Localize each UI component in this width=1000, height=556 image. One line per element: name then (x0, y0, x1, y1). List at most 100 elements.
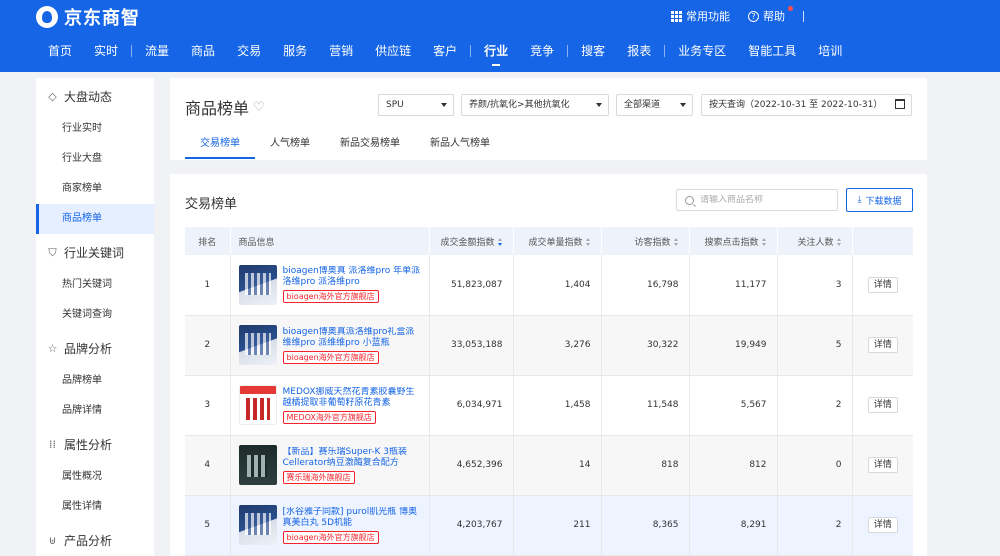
nav-item-supply-chain[interactable]: 供应链 (364, 38, 422, 64)
rank-cell: 5 (185, 495, 231, 556)
common-functions-label: 常用功能 (686, 10, 730, 23)
nav-item-service[interactable]: 服务 (272, 38, 318, 64)
sidebar-group-brand[interactable]: ☆ 品牌分析 (36, 330, 154, 366)
sidebar-item-merchant-ranking[interactable]: 商家榜单 (36, 174, 154, 204)
sidebar-item-brand-ranking[interactable]: 品牌榜单 (36, 366, 154, 396)
sidebar-group-product[interactable]: ⊎ 产品分析 (36, 522, 154, 556)
table-row: 2 bioagen博奥真派洛维pro礼盒派维维pro 派维维pro 小蓝瓶 bi… (185, 315, 913, 376)
tab-popularity-ranking[interactable]: 人气榜单 (255, 134, 325, 160)
nav-item-search-customer[interactable]: 搜客 (570, 38, 616, 64)
common-functions-button[interactable]: 常用功能 (671, 8, 730, 24)
col-amount-index[interactable]: 成交金额指数 (429, 227, 514, 255)
sidebar-item-keyword-query[interactable]: 关键词查询 (36, 300, 154, 330)
col-rank: 排名 (185, 227, 231, 255)
heart-icon[interactable]: ♡ (253, 100, 265, 115)
col-search-click-index[interactable]: 搜索点击指数 (689, 227, 778, 255)
sidebar-group-keywords[interactable]: ⛉ 行业关键词 (36, 234, 154, 270)
detail-button[interactable]: 详情 (867, 276, 898, 293)
table-title: 交易榜单 (185, 197, 238, 212)
sort-icon (761, 237, 767, 247)
sidebar-item-attribute-overview[interactable]: 属性概况 (36, 462, 154, 492)
date-picker[interactable]: 按天查询（2022-10-31 至 2022-10-31） (701, 94, 912, 116)
ranking-table: 排名 商品信息 成交金额指数 成交单量指数 访客指数 搜索点击指数 关注人数 1… (185, 227, 914, 556)
nav-item-goods[interactable]: 商品 (180, 38, 226, 64)
help-button[interactable]: ? 帮助 (748, 6, 793, 24)
nav-item-marketing[interactable]: 营销 (318, 38, 364, 64)
detail-button[interactable]: 详情 (867, 517, 898, 533)
category-select[interactable]: 养颜/抗氧化>其他抗氧化 (461, 94, 609, 116)
shop-tag[interactable]: 赛乐瑞海外旗舰店 (282, 470, 355, 484)
sidebar-item-brand-detail[interactable]: 品牌详情 (36, 396, 154, 426)
rank-cell: 4 (185, 435, 231, 496)
nav-item-realtime[interactable]: 实时 (83, 38, 129, 64)
detail-button[interactable]: 详情 (867, 337, 898, 353)
channel-select[interactable]: 全部渠道 (616, 94, 693, 116)
sidebar-item-hot-keywords[interactable]: 热门关键词 (36, 270, 154, 300)
nav-item-business-zone[interactable]: 业务专区 (667, 38, 737, 64)
visitors-index-cell: 8,365 (601, 495, 690, 556)
nav-item-smart-tools[interactable]: 智能工具 (737, 38, 807, 64)
col-followers[interactable]: 关注人数 (777, 227, 853, 255)
search-input[interactable] (700, 195, 830, 205)
shop-tag[interactable]: bioagen海外官方旗舰店 (282, 350, 379, 364)
product-name-link[interactable]: bioagen博奥真派洛维pro礼盒派维维pro 派维维pro 小蓝瓶 (283, 327, 421, 349)
ranking-tabs: 交易榜单 人气榜单 新品交易榜单 新品人气榜单 (185, 134, 505, 160)
product-thumbnail[interactable] (238, 264, 277, 305)
nav-item-reports[interactable]: 报表 (616, 38, 662, 64)
main-nav: 首页 实时 流量 商品 交易 服务 营销 供应链 客户 行业 竞争 搜客 报表 … (37, 38, 853, 66)
shop-tag[interactable]: MEDOX海外官方旗舰店 (282, 410, 376, 424)
shop-tag[interactable]: bioagen海外官方旗舰店 (282, 290, 379, 304)
product-cell: bioagen博奥真 派洛维pro 年单派洛维pro 派洛维pro bioage… (230, 255, 430, 316)
visitors-index-cell: 16,798 (601, 255, 690, 316)
spu-select[interactable]: SPU (378, 94, 454, 116)
sort-icon (673, 237, 679, 247)
nav-item-traffic[interactable]: 流量 (134, 38, 180, 64)
product-name-link[interactable]: bioagen博奥真 派洛维pro 年单派洛维pro 派洛维pro (283, 266, 421, 288)
nav-divider (470, 45, 472, 57)
product-name-link[interactable]: 【新品】赛乐瑞Super-K 3瓶装Cellerator纳豆激酶复合配方 (283, 447, 421, 469)
sort-icon (585, 237, 591, 247)
product-name-link[interactable]: MEDOX挪威天然花青素胶囊野生越橘提取非葡萄籽原花青素 (283, 387, 421, 409)
nav-item-industry[interactable]: 行业 (473, 38, 519, 66)
sidebar-group-market[interactable]: ◇ 大盘动态 (36, 78, 154, 114)
col-product-info: 商品信息 (230, 227, 430, 255)
search-click-index-cell: 11,177 (689, 255, 778, 316)
actions-cell: 详情 (852, 315, 913, 376)
tab-new-trade-ranking[interactable]: 新品交易榜单 (325, 134, 415, 160)
nav-item-training[interactable]: 培训 (807, 38, 853, 64)
logo[interactable]: 京东商智 (36, 4, 140, 30)
sidebar-item-industry-overview[interactable]: 行业大盘 (36, 144, 154, 174)
sort-icon (836, 237, 842, 247)
product-name-link[interactable]: [水谷雅子同款] purol肌光瓶 博奥真美白丸 5D机能 (283, 507, 421, 529)
date-picker-value: 按天查询（2022-10-31 至 2022-10-31） (709, 100, 883, 110)
tab-trade-ranking[interactable]: 交易榜单 (185, 134, 255, 160)
star-icon: ☆ (47, 341, 58, 355)
followers-cell: 0 (777, 435, 853, 496)
orders-index-cell: 3,276 (513, 315, 602, 376)
col-label: 成交单量指数 (528, 237, 583, 248)
category-select-value: 养颜/抗氧化>其他抗氧化 (469, 100, 570, 110)
table-row: 1 bioagen博奥真 派洛维pro 年单派洛维pro 派洛维pro bioa… (185, 255, 913, 316)
sidebar-group-attribute[interactable]: ⁞⁞ 属性分析 (36, 426, 154, 462)
shop-tag[interactable]: bioagen海外官方旗舰店 (282, 530, 379, 544)
detail-button[interactable]: 详情 (867, 457, 898, 473)
search-box (676, 189, 838, 211)
product-thumbnail[interactable] (238, 445, 277, 485)
col-orders-index[interactable]: 成交单量指数 (513, 227, 602, 255)
bars-icon: ⁞⁞ (49, 437, 56, 451)
nav-item-trade[interactable]: 交易 (226, 38, 272, 64)
sidebar-item-attribute-detail[interactable]: 属性详情 (36, 492, 154, 522)
tab-new-popularity-ranking[interactable]: 新品人气榜单 (415, 134, 505, 160)
nav-item-competition[interactable]: 竞争 (519, 38, 565, 64)
product-thumbnail[interactable] (238, 505, 277, 545)
sidebar-item-product-ranking[interactable]: 商品榜单 (36, 204, 154, 234)
sidebar-group-label: 属性分析 (64, 437, 113, 452)
nav-item-customer[interactable]: 客户 (422, 38, 468, 64)
product-thumbnail[interactable] (238, 385, 277, 425)
col-visitors-index[interactable]: 访客指数 (601, 227, 690, 255)
product-thumbnail[interactable] (238, 325, 277, 365)
sidebar-item-industry-realtime[interactable]: 行业实时 (36, 114, 154, 144)
download-button[interactable]: ⤓ 下载数据 (846, 188, 913, 212)
nav-item-home[interactable]: 首页 (37, 38, 83, 64)
detail-button[interactable]: 详情 (867, 397, 898, 413)
